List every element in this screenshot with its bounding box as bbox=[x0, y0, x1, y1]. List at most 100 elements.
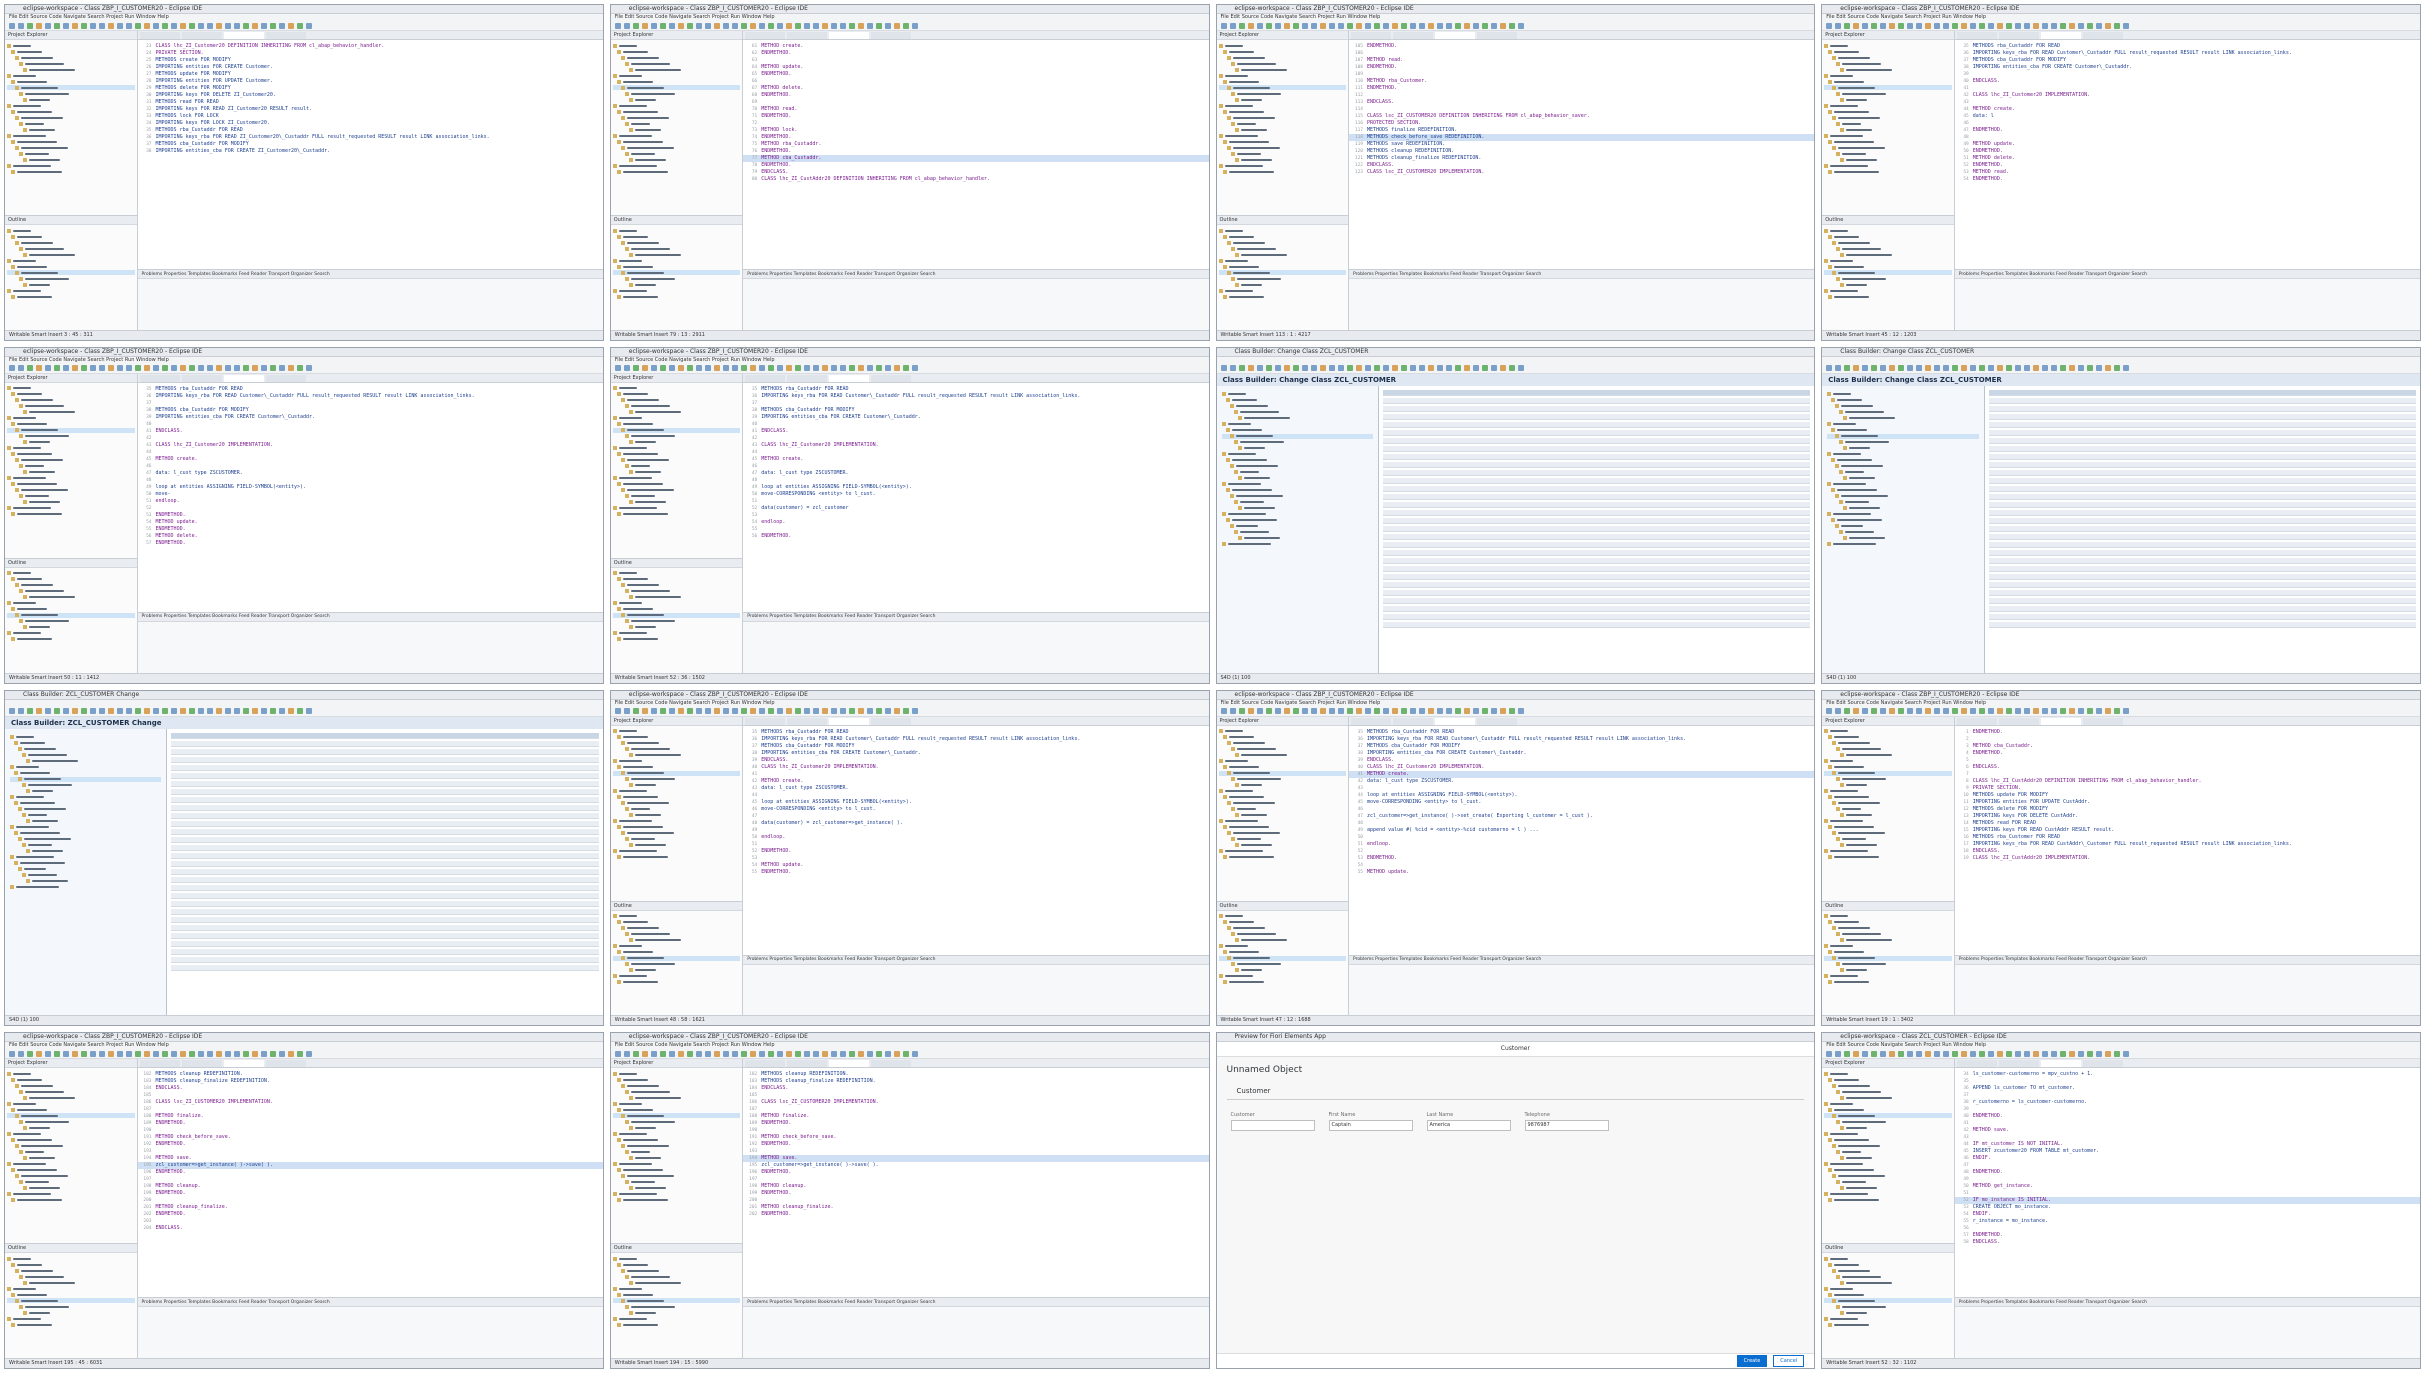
tree-item[interactable] bbox=[10, 807, 161, 812]
toolbar-icon[interactable] bbox=[2096, 22, 2103, 29]
toolbar-icon[interactable] bbox=[1364, 22, 1371, 29]
toolbar-icon[interactable] bbox=[2087, 708, 2094, 714]
tree-item[interactable] bbox=[7, 85, 135, 90]
toolbar-icon[interactable] bbox=[1292, 708, 1299, 714]
toolbar-icon[interactable] bbox=[893, 708, 900, 714]
tree-item[interactable] bbox=[10, 759, 161, 764]
menu-bar[interactable]: File Edit Source Code Navigate Search Pr… bbox=[1216, 14, 1815, 21]
tree-item[interactable] bbox=[1219, 264, 1347, 269]
toolbar-icon[interactable] bbox=[1463, 708, 1470, 714]
tree-item[interactable] bbox=[1824, 753, 1952, 758]
toolbar-icon[interactable] bbox=[1898, 1050, 1905, 1057]
toolbar-icon[interactable] bbox=[1481, 22, 1488, 29]
outline-tab[interactable]: Outline bbox=[1216, 216, 1348, 226]
tree-item[interactable] bbox=[1219, 837, 1347, 842]
toolbar-icon[interactable] bbox=[2042, 365, 2049, 372]
tree-item[interactable] bbox=[613, 1119, 741, 1124]
tree-item[interactable] bbox=[1219, 240, 1347, 245]
tree-item[interactable] bbox=[1827, 428, 1978, 433]
toolbar-icon[interactable] bbox=[2033, 365, 2040, 372]
toolbar-icon[interactable] bbox=[27, 708, 33, 714]
tree-item[interactable] bbox=[1219, 282, 1347, 287]
tree-item[interactable] bbox=[1219, 109, 1347, 114]
editor-tab[interactable] bbox=[2040, 1060, 2081, 1068]
toolbar-icon[interactable] bbox=[704, 22, 711, 29]
tree-item[interactable] bbox=[1824, 932, 1952, 937]
toolbar-icon[interactable] bbox=[27, 365, 33, 372]
tree-item[interactable] bbox=[1824, 127, 1952, 132]
table-row[interactable] bbox=[1382, 437, 1811, 444]
tree-item[interactable] bbox=[1218, 944, 1347, 949]
tree-item[interactable] bbox=[613, 926, 741, 931]
tree-item[interactable] bbox=[7, 625, 135, 630]
toolbar-icon[interactable] bbox=[9, 22, 15, 29]
tree-item[interactable] bbox=[7, 49, 135, 54]
tree-item[interactable] bbox=[612, 612, 741, 618]
toolbar-icon[interactable] bbox=[72, 708, 78, 714]
tree-item[interactable] bbox=[613, 619, 741, 624]
tree-item[interactable] bbox=[613, 91, 741, 96]
toolbar-icon[interactable] bbox=[812, 708, 819, 714]
tree-item[interactable] bbox=[613, 440, 741, 445]
toolbar-icon[interactable] bbox=[884, 708, 891, 714]
toolbar-icon[interactable] bbox=[81, 708, 87, 714]
tree-item[interactable] bbox=[613, 589, 741, 594]
toolbar-icon[interactable] bbox=[1391, 708, 1398, 714]
toolbar-icon[interactable] bbox=[1355, 22, 1362, 29]
toolbar-icon[interactable] bbox=[1436, 365, 1443, 372]
tree-item[interactable] bbox=[613, 747, 741, 752]
editor-tab[interactable] bbox=[2040, 717, 2081, 725]
editor-tab[interactable] bbox=[1998, 1060, 2039, 1068]
tree-item[interactable] bbox=[1824, 777, 1952, 782]
tree-item[interactable] bbox=[10, 849, 161, 854]
toolbar-icon[interactable] bbox=[1310, 365, 1317, 372]
tree-item[interactable] bbox=[1222, 524, 1373, 529]
tree-item[interactable] bbox=[1824, 240, 1952, 245]
toolbar-icon[interactable] bbox=[1943, 1050, 1950, 1057]
toolbar-icon[interactable] bbox=[54, 1050, 60, 1057]
tree-item[interactable] bbox=[613, 276, 741, 281]
toolbar-icon[interactable] bbox=[2006, 365, 2013, 372]
toolbar-icon[interactable] bbox=[875, 1050, 882, 1057]
toolbar-icon[interactable] bbox=[866, 365, 873, 372]
toolbar-icon[interactable] bbox=[18, 365, 24, 372]
tree-item[interactable] bbox=[1221, 433, 1373, 439]
tree-item[interactable] bbox=[1824, 163, 1952, 168]
toolbar-icon[interactable] bbox=[713, 22, 720, 29]
toolbar-icon[interactable] bbox=[1844, 1050, 1851, 1057]
tree-item[interactable] bbox=[7, 1197, 135, 1202]
toolbar-icon[interactable] bbox=[180, 708, 186, 714]
toolbar-icon[interactable] bbox=[2006, 1050, 2013, 1057]
toolbar-icon[interactable] bbox=[1898, 365, 1905, 372]
tree-item[interactable] bbox=[1219, 747, 1347, 752]
field-input[interactable] bbox=[1230, 1120, 1315, 1132]
tree-item[interactable] bbox=[7, 294, 135, 299]
toolbar-icon[interactable] bbox=[677, 1050, 684, 1057]
tree-item[interactable] bbox=[1827, 494, 1978, 499]
table-row[interactable] bbox=[1988, 437, 2416, 444]
bottom-tabs[interactable]: Problems Properties Templates Bookmarks … bbox=[1954, 1298, 2420, 1308]
tree-item[interactable] bbox=[612, 819, 741, 824]
tree-item[interactable] bbox=[613, 801, 741, 806]
editor-tab[interactable] bbox=[787, 374, 828, 382]
tree-item[interactable] bbox=[613, 464, 741, 469]
menu-bar[interactable]: File Edit Source Code Navigate Search Pr… bbox=[610, 356, 1209, 364]
tree-item[interactable] bbox=[1827, 512, 1978, 517]
toolbar-icon[interactable] bbox=[1970, 708, 1977, 714]
editor-tab[interactable] bbox=[2040, 32, 2081, 39]
tree-item[interactable] bbox=[1219, 276, 1347, 281]
toolbar-icon[interactable] bbox=[659, 22, 666, 29]
tree-item[interactable] bbox=[1218, 789, 1347, 794]
table-row[interactable] bbox=[1382, 413, 1811, 420]
tree-item[interactable] bbox=[1824, 234, 1952, 239]
toolbar-icon[interactable] bbox=[1925, 1050, 1932, 1057]
toolbar-icon[interactable] bbox=[1319, 22, 1326, 29]
toolbar-icon[interactable] bbox=[668, 708, 675, 714]
toolbar-icon[interactable] bbox=[1454, 22, 1461, 29]
toolbar-icon[interactable] bbox=[623, 365, 630, 372]
tree-item[interactable] bbox=[1219, 151, 1347, 156]
toolbar-icon[interactable] bbox=[1961, 1050, 1968, 1057]
toolbar-icon[interactable] bbox=[297, 22, 303, 29]
toolbar-icon[interactable] bbox=[1997, 22, 2004, 29]
toolbar-icon[interactable] bbox=[1889, 708, 1896, 714]
